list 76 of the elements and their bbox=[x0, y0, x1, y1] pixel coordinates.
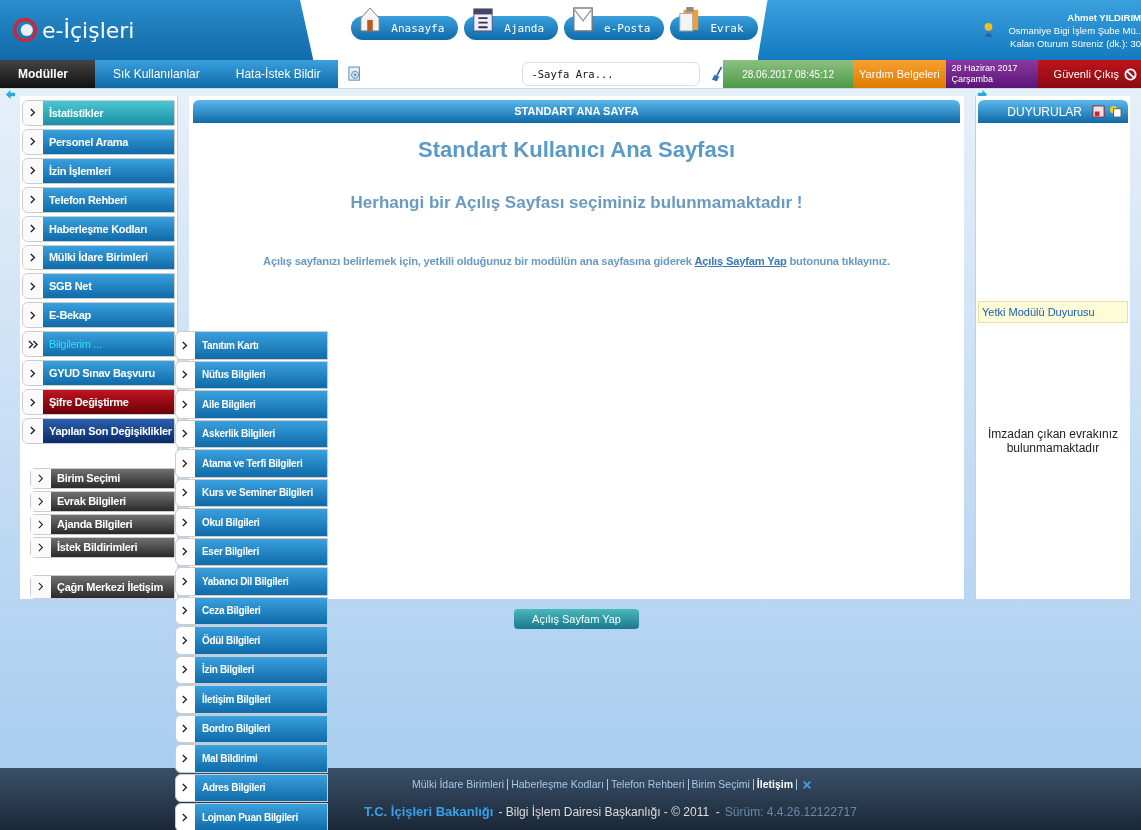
menu-item[interactable]: Haberleşme Kodları bbox=[22, 215, 175, 242]
submenu-item[interactable]: Atama ve Terfi Bilgileri bbox=[175, 449, 328, 478]
footer-link[interactable]: Haberleşme Kodları bbox=[508, 779, 608, 790]
menu-item[interactable]: Çağrı Merkezi İletişim bbox=[30, 574, 175, 599]
menu-item[interactable]: Evrak Bilgileri bbox=[30, 490, 175, 512]
close-icon[interactable] bbox=[802, 779, 813, 790]
date-text: 28 Haziran 2017 bbox=[951, 63, 1018, 74]
submenu-item[interactable]: Mal Bildirimi bbox=[175, 744, 328, 773]
menu-item[interactable]: Mülki İdare Birimleri bbox=[22, 244, 175, 271]
notice-text: Herhangi bir Açılış Sayfası seçiminiz bulunmamaktadır ! bbox=[349, 193, 804, 213]
menu-item[interactable]: GYUD Sınav Başvuru bbox=[22, 360, 175, 387]
envelope-icon bbox=[572, 4, 595, 34]
document-icon[interactable] bbox=[1109, 105, 1122, 118]
footer-link[interactable]: Mülki İdare Birimleri bbox=[408, 779, 509, 790]
module-tab[interactable]: Sık Kullanılanlar bbox=[95, 60, 218, 88]
clipboard-icon bbox=[678, 4, 701, 34]
logout-button[interactable]: Güvenli Çıkış bbox=[1037, 60, 1141, 88]
footer-link[interactable]: Telefon Rehberi bbox=[607, 779, 689, 790]
calendar-icon[interactable] bbox=[1092, 105, 1105, 118]
menu-item[interactable]: İzin İşlemleri bbox=[22, 157, 175, 184]
submenu-item[interactable]: İzin Bilgileri bbox=[175, 655, 328, 684]
collapse-arrow-icon[interactable] bbox=[5, 89, 16, 100]
submenu-item[interactable]: Okul Bilgileri bbox=[175, 508, 328, 537]
module-tab[interactable]: Modüller bbox=[0, 60, 95, 88]
no-entry-icon bbox=[1124, 67, 1137, 81]
menu-item[interactable]: SGB Net bbox=[22, 273, 175, 300]
help-button[interactable]: Yardım Belgeleri bbox=[853, 60, 946, 88]
submenu-item[interactable]: Nüfus Bilgileri bbox=[175, 360, 328, 389]
panel-title: DUYURULAR bbox=[1007, 104, 1082, 119]
footer-link[interactable]: İletişim bbox=[753, 779, 798, 790]
user-unit: Osmaniye Bigi İşlem Şube Mü.. bbox=[1008, 23, 1141, 37]
footer-link[interactable]: Birim Seçimi bbox=[688, 779, 754, 790]
submenu-item[interactable]: İletişim Bilgileri bbox=[175, 685, 328, 714]
submenu-item[interactable]: Askerlik Bilgileri bbox=[175, 419, 328, 448]
menu-item[interactable]: İstatistikler bbox=[22, 100, 175, 126]
menu-item[interactable]: Telefon Rehberi bbox=[22, 186, 175, 213]
double-chevron-icon bbox=[27, 339, 39, 349]
version-text: Sürüm: 4.4.26.12122717 bbox=[724, 805, 857, 819]
menu-item[interactable]: Birim Seçimi bbox=[30, 467, 175, 489]
submenu-item[interactable]: Eser Bilgileri bbox=[175, 537, 328, 566]
menu-item[interactable]: Bilgilerim ... bbox=[22, 331, 175, 358]
add-page-icon[interactable] bbox=[348, 66, 363, 82]
panel-header: STANDART ANA SAYFA bbox=[193, 100, 960, 123]
empty-message: İmzadan çıkan evrakınız bulunmamaktadır bbox=[986, 427, 1120, 455]
app-logo[interactable]: e-İçişleri bbox=[42, 17, 135, 43]
department-text: - Bilgi İşlem Dairesi Başkanlığı - © 2011 - bbox=[498, 805, 720, 819]
menu-item[interactable]: Ajanda Bilgileri bbox=[30, 513, 175, 535]
emblem-icon bbox=[12, 17, 38, 43]
announcement-item[interactable]: Yetki Modülü Duyurusu bbox=[978, 301, 1128, 323]
user-icon bbox=[983, 22, 995, 38]
submenu-item[interactable]: Aile Bilgileri bbox=[175, 390, 328, 419]
submenu-item[interactable]: Ödül Bilgileri bbox=[175, 626, 328, 655]
set-home-button[interactable]: Açılış Sayfam Yap bbox=[514, 609, 639, 629]
submenu-item[interactable]: Ceza Bilgileri bbox=[175, 596, 328, 625]
submenu-item[interactable]: Bordro Bilgileri bbox=[175, 714, 328, 743]
menu-item[interactable]: İstek Bildirimleri bbox=[30, 536, 175, 558]
menu-item[interactable]: Personel Arama bbox=[22, 128, 175, 155]
session-timer: Kalan Oturum Süreniz (dk.): 30 bbox=[1010, 36, 1141, 50]
hint-text: Açılış sayfanızı belirlemek için, yetkili olduğunuz bir modülün ana sayfasına giderek Açılış Sayfam Yap butonuna tıklayınız. bbox=[262, 255, 891, 267]
page-title: Standart Kullanıcı Ana Sayfası bbox=[416, 137, 737, 163]
date-time: 28.06.2017 08:45:12 bbox=[723, 60, 854, 88]
submenu-item[interactable]: Yabancı Dil Bilgileri bbox=[175, 567, 328, 596]
hint-link[interactable]: Açılış Sayfam Yap bbox=[694, 255, 787, 267]
menu-item[interactable]: Yapılan Son Değişiklikler bbox=[22, 417, 175, 444]
search-field[interactable]: -Sayfa Ara... bbox=[522, 62, 700, 86]
submenu-item[interactable]: Adres Bilgileri bbox=[175, 773, 328, 802]
module-tab[interactable]: Hata-İstek Bildir bbox=[217, 60, 339, 88]
menu-item[interactable]: E-Bekap bbox=[22, 302, 175, 329]
user-name: Ahmet YILDIRIM bbox=[1067, 10, 1141, 24]
ministry-name: T.C. İçişleri Bakanlığı bbox=[364, 804, 494, 819]
submenu-item[interactable]: Lojman Puan Bilgileri bbox=[175, 803, 328, 830]
submenu-item[interactable]: Kurs ve Seminer Bilgileri bbox=[175, 478, 328, 507]
menu-item[interactable]: Şifre Değiştirme bbox=[22, 389, 175, 415]
broom-icon[interactable] bbox=[711, 65, 724, 83]
weekday-text: Çarşamba bbox=[951, 74, 994, 85]
submenu-item[interactable]: Tanıtım Kartı bbox=[175, 331, 328, 360]
